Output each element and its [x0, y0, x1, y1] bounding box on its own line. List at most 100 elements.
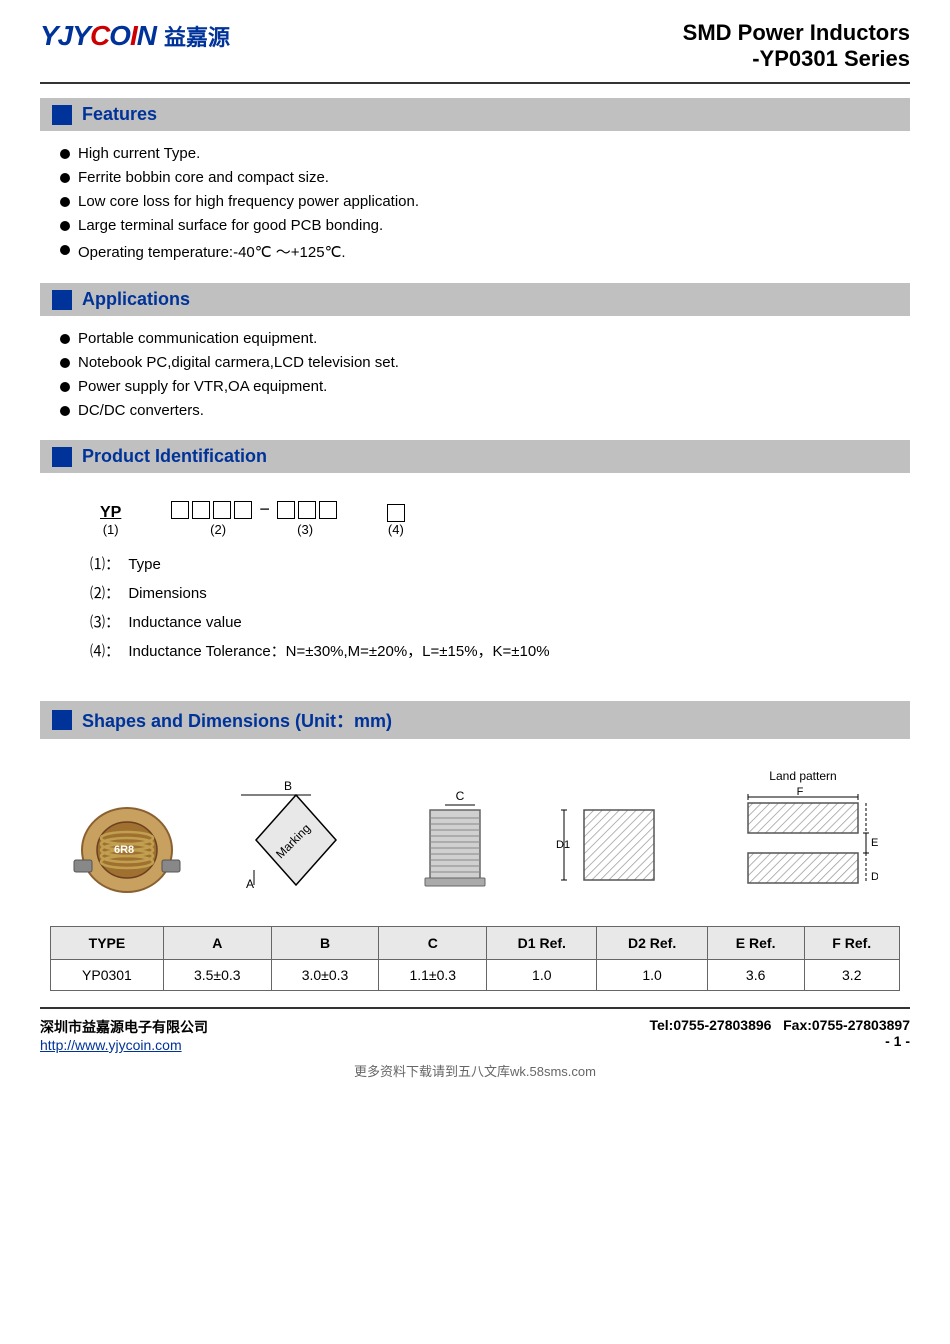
logo-chinese-text: 益嘉源 [164, 20, 230, 52]
cell-e: 3.6 [707, 960, 804, 991]
footer-right: Tel:0755-27803896 Fax:0755-27803897 - 1 … [649, 1017, 910, 1049]
shapes-section: 6R8 B Marking A [40, 749, 910, 991]
d2-label: D2 [871, 871, 878, 883]
product-id-explanations: ⑴： Type ⑵： Dimensions ⑶： Inductance valu… [60, 543, 890, 679]
app-text: Portable communication equipment. [78, 330, 317, 347]
fax-text: Fax:0755-27803897 [783, 1017, 910, 1033]
explanation-2: ⑵： Dimensions [90, 582, 870, 603]
list-item: Large terminal surface for good PCB bond… [60, 217, 910, 234]
list-item: Power supply for VTR,OA equipment. [60, 378, 910, 395]
page-number: - 1 - [885, 1033, 910, 1049]
box-icon [192, 501, 210, 519]
cell-c: 1.1±0.3 [379, 960, 487, 991]
dimensions-table: TYPE A B C D1 Ref. D2 Ref. E Ref. F Ref.… [50, 926, 900, 991]
land-pattern-view: Land pattern F [728, 769, 878, 900]
side-view-svg: C [410, 790, 500, 900]
feature-text: Operating temperature:-40℃ ～+125℃. [78, 241, 346, 262]
website-link[interactable]: http://www.yjycoin.com [40, 1037, 208, 1053]
list-item: Operating temperature:-40℃ ～+125℃. [60, 241, 910, 262]
title-line2: -YP0301 Series [683, 46, 910, 72]
list-item: High current Type. [60, 145, 910, 162]
feature-text: Low core loss for high frequency power a… [78, 193, 419, 210]
side-view: C [410, 790, 500, 900]
box-icon [298, 501, 316, 519]
coil-view: 6R8 [72, 800, 182, 900]
list-item: Portable communication equipment. [60, 330, 910, 347]
num2-label: (2) [173, 522, 263, 537]
c-label: C [456, 790, 465, 803]
bullet-icon [60, 197, 70, 207]
applications-title: Applications [82, 289, 190, 310]
bullet-icon [60, 358, 70, 368]
bullet-icon [60, 149, 70, 159]
blue-square-icon [52, 710, 72, 730]
col-e: E Ref. [707, 927, 804, 960]
blue-square-icon [52, 105, 72, 125]
tel-text: Tel:0755-27803896 [649, 1017, 771, 1033]
feature-text: Ferrite bobbin core and compact size. [78, 169, 329, 186]
bullet-icon [60, 221, 70, 231]
col-b: B [271, 927, 379, 960]
cell-d2: 1.0 [597, 960, 707, 991]
bullet-icon [60, 173, 70, 183]
num1-label: (1) [103, 522, 119, 537]
table-row: YP0301 3.5±0.3 3.0±0.3 1.1±0.3 1.0 1.0 3… [51, 960, 900, 991]
num4-label: (4) [388, 522, 404, 537]
e-label: E [871, 837, 878, 849]
page-header: YJYCOIN 益嘉源 SMD Power Inductors -YP0301 … [40, 20, 910, 84]
bullet-icon [60, 245, 70, 255]
footer-left: 深圳市益嘉源电子有限公司 http://www.yjycoin.com [40, 1017, 208, 1053]
features-list: High current Type. Ferrite bobbin core a… [40, 141, 910, 277]
bullet-icon [60, 406, 70, 416]
explanation-3: ⑶： Inductance value [90, 611, 870, 632]
col-c: C [379, 927, 487, 960]
title-line1: SMD Power Inductors [683, 20, 910, 46]
product-id-title: Product Identification [82, 446, 267, 467]
list-item: Low core loss for high frequency power a… [60, 193, 910, 210]
land-pattern-svg: F E D2 [728, 785, 878, 900]
company-name: 深圳市益嘉源电子有限公司 [40, 1017, 208, 1037]
logo-area: YJYCOIN 益嘉源 [40, 20, 230, 52]
top-view: B Marking A [236, 780, 356, 900]
col-d2: D2 Ref. [597, 927, 707, 960]
feature-text: High current Type. [78, 145, 200, 162]
page-footer: 深圳市益嘉源电子有限公司 http://www.yjycoin.com Tel:… [40, 1007, 910, 1053]
list-item: Notebook PC,digital carmera,LCD televisi… [60, 354, 910, 371]
cell-type: YP0301 [51, 960, 164, 991]
features-section-header: Features [40, 98, 910, 131]
cell-a: 3.5±0.3 [163, 960, 271, 991]
shapes-diagram: 6R8 B Marking A [50, 759, 900, 916]
blue-square-icon [52, 447, 72, 467]
box-icon [213, 501, 231, 519]
col-type: TYPE [51, 927, 164, 960]
product-id-diagram: YP (1) − (2) (3) (4) [40, 483, 910, 695]
col-f: F Ref. [804, 927, 900, 960]
bullet-icon [60, 382, 70, 392]
box-icon [171, 501, 189, 519]
app-text: Power supply for VTR,OA equipment. [78, 378, 327, 395]
applications-section-header: Applications [40, 283, 910, 316]
cell-f: 3.2 [804, 960, 900, 991]
blue-square-icon [52, 290, 72, 310]
applications-list: Portable communication equipment. Notebo… [40, 326, 910, 434]
footer-watermark: 更多资料下载请到五八文库wk.58sms.com [40, 1061, 910, 1080]
svg-text:6R8: 6R8 [114, 844, 134, 856]
land-pattern-label: Land pattern [769, 769, 836, 783]
feature-text: Large terminal surface for good PCB bond… [78, 217, 383, 234]
box-icon [277, 501, 295, 519]
product-title: SMD Power Inductors -YP0301 Series [683, 20, 910, 72]
explanation-4: ⑷： Inductance Tolerance：N=±30%,M=±20%，L=… [90, 640, 870, 661]
app-text: DC/DC converters. [78, 402, 204, 419]
box-icon [234, 501, 252, 519]
col-a: A [163, 927, 271, 960]
f-label: F [797, 786, 804, 798]
app-text: Notebook PC,digital carmera,LCD televisi… [78, 354, 399, 371]
d1-label: D1 [556, 839, 570, 851]
cell-d1: 1.0 [487, 960, 597, 991]
top-view-svg: B Marking A [236, 780, 356, 900]
list-item: Ferrite bobbin core and compact size. [60, 169, 910, 186]
product-id-section-header: Product Identification [40, 440, 910, 473]
explanation-1: ⑴： Type [90, 553, 870, 574]
b-label: B [284, 780, 292, 793]
col-d1: D1 Ref. [487, 927, 597, 960]
